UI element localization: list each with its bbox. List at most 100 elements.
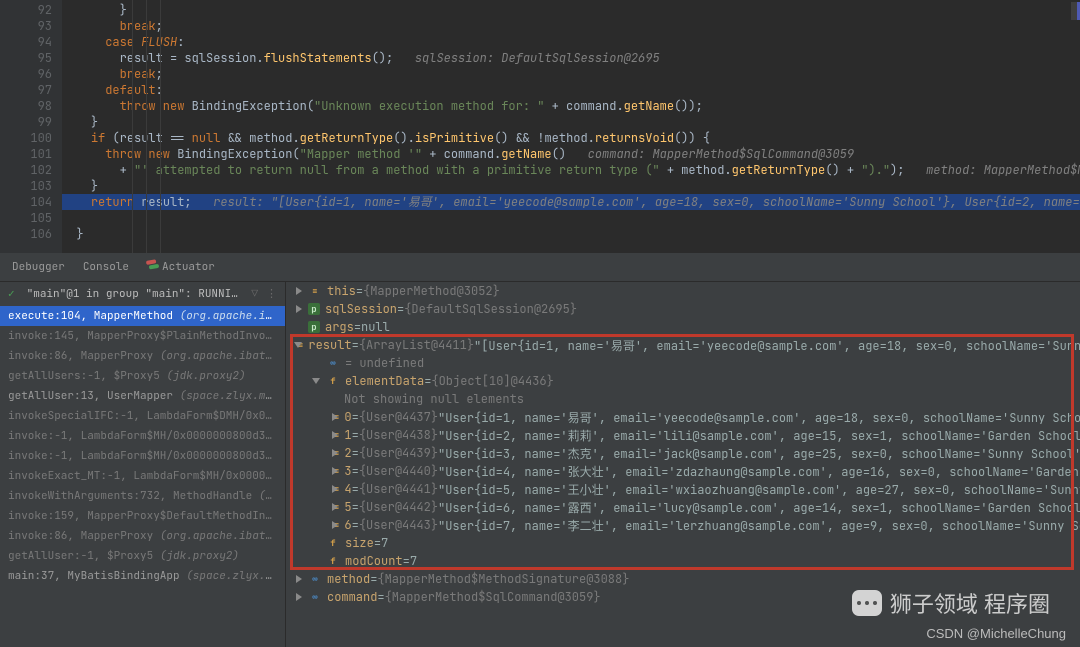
variable-row[interactable]: ∞= undefined [286, 354, 1080, 372]
tab-actuator-label: Actuator [162, 260, 215, 274]
tab-actuator[interactable]: Actuator [147, 260, 215, 274]
indent-guide [132, 0, 133, 253]
variable-row[interactable]: felementData = {Object[10]@4436} [286, 372, 1080, 390]
line-number: 100 [0, 130, 52, 146]
line-number: 105 [0, 210, 52, 226]
variable-row[interactable]: ≡this = {MapperMethod@3052} [286, 282, 1080, 300]
line-number: 95 [0, 50, 52, 66]
field-icon: f [326, 536, 340, 550]
field-icon: f [326, 554, 340, 568]
expand-icon[interactable] [312, 376, 322, 386]
infinity-icon: ∞ [308, 572, 322, 586]
variable-row[interactable]: pargs = null [286, 318, 1080, 336]
variable-row[interactable]: ≡0 = {User@4437} "User{id=1, name='易哥', … [286, 408, 1080, 426]
stack-frame[interactable]: getAllUsers:-1, $Proxy5 (jdk.proxy2) [0, 366, 285, 386]
expand-icon[interactable] [294, 592, 304, 602]
stack-frame[interactable]: invoke:86, MapperProxy (org.apache.ibati… [0, 346, 285, 366]
minimap-marker [1071, 2, 1080, 20]
frames-pane: ✓ "main"@1 in group "main": RUNNING ▽ ⋮ … [0, 282, 286, 647]
line-number: 106 [0, 226, 52, 242]
tab-debugger[interactable]: Debugger [12, 260, 65, 274]
variable-row[interactable]: ≡result = {ArrayList@4411} "[User{id=1, … [286, 336, 1080, 354]
line-number: 92 [0, 2, 52, 18]
stack-frame[interactable]: getAllUser:13, UserMapper (space.zlyx.my… [0, 386, 285, 406]
code-line[interactable]: throw new BindingException("Unknown exec… [62, 98, 703, 114]
frames-header: ✓ "main"@1 in group "main": RUNNING ▽ ⋮ [0, 282, 285, 306]
variable-row[interactable]: ≡2 = {User@4439} "User{id=3, name='杰克', … [286, 444, 1080, 462]
frames-list[interactable]: execute:104, MapperMethod (org.apache.ib… [0, 306, 285, 647]
expand-icon[interactable] [294, 574, 304, 584]
debugger-tabs: Debugger Console Actuator [0, 253, 1080, 282]
line-number: 97 [0, 82, 52, 98]
expand-icon[interactable] [312, 556, 322, 566]
expand-icon[interactable] [330, 394, 340, 404]
code-line[interactable]: break; [62, 18, 163, 34]
code-line[interactable]: } [62, 226, 84, 242]
line-number: 103 [0, 178, 52, 194]
expand-icon[interactable] [312, 538, 322, 548]
field-icon: f [326, 374, 340, 388]
line-number: 104 [0, 194, 52, 210]
stack-frame[interactable]: main:37, MyBatisBindingApp (space.zlyx.m… [0, 566, 285, 586]
code-line[interactable]: default: [62, 82, 163, 98]
variable-row[interactable]: psqlSession = {DefaultSqlSession@2695} [286, 300, 1080, 318]
line-number: 99 [0, 114, 52, 130]
line-number: 96 [0, 66, 52, 82]
variable-row[interactable]: ≡5 = {User@4442} "User{id=6, name='露西', … [286, 498, 1080, 516]
stack-frame[interactable]: execute:104, MapperMethod (org.apache.ib… [0, 306, 285, 326]
code-line[interactable]: + "' attempted to return null from a met… [62, 162, 1080, 178]
check-icon: ✓ [8, 287, 15, 301]
stack-frame[interactable]: invokeExact_MT:-1, LambdaForm$MH/0x00000… [0, 466, 285, 486]
infinity-icon: ∞ [326, 356, 340, 370]
watermark: 狮子领域 程序圈 [852, 587, 1050, 619]
stack-frame[interactable]: invoke:145, MapperProxy$PlainMethodInvok… [0, 326, 285, 346]
line-number: 102 [0, 162, 52, 178]
variable-row[interactable]: Not showing null elements [286, 390, 1080, 408]
line-number: 98 [0, 98, 52, 114]
code-line[interactable]: result = sqlSession.flushStatements(); s… [62, 50, 660, 66]
variable-row[interactable]: ≡4 = {User@4441} "User{id=5, name='王小壮',… [286, 480, 1080, 498]
expand-icon[interactable] [294, 304, 304, 314]
code-line[interactable] [62, 242, 76, 253]
variable-row[interactable]: fmodCount = 7 [286, 552, 1080, 570]
stack-frame[interactable]: invoke:-1, LambdaForm$MH/0x0000000800d31… [0, 446, 285, 466]
param-icon: p [308, 303, 320, 315]
variable-row[interactable]: fsize = 7 [286, 534, 1080, 552]
more-icon[interactable]: ⋮ [266, 287, 277, 301]
stack-frame[interactable]: getAllUser:-1, $Proxy5 (jdk.proxy2) [0, 546, 285, 566]
filter-icon[interactable]: ▽ [251, 287, 258, 301]
variable-row[interactable]: ≡3 = {User@4440} "User{id=4, name='张大壮',… [286, 462, 1080, 480]
stack-frame[interactable]: invoke:86, MapperProxy (org.apache.ibati… [0, 526, 285, 546]
code-editor[interactable]: 9293949596979899100101102103104105106 } … [0, 0, 1080, 253]
wechat-icon [852, 590, 882, 616]
variable-row[interactable]: ≡1 = {User@4438} "User{id=2, name='莉莉', … [286, 426, 1080, 444]
expand-icon[interactable] [294, 286, 304, 296]
credit-text: CSDN @MichelleChung [926, 626, 1066, 641]
indent-guide [160, 0, 161, 253]
equals-icon: ≡ [308, 284, 322, 298]
line-number-gutter: 9293949596979899100101102103104105106 [0, 0, 62, 253]
code-line[interactable]: case FLUSH: [62, 34, 184, 50]
line-number: 94 [0, 34, 52, 50]
tab-console[interactable]: Console [83, 260, 129, 274]
expand-icon[interactable] [312, 358, 322, 368]
code-line[interactable]: } [62, 2, 127, 18]
stack-frame[interactable]: invoke:159, MapperProxy$DefaultMethodInv… [0, 506, 285, 526]
stack-frame[interactable]: invoke:-1, LambdaForm$MH/0x0000000800d30… [0, 426, 285, 446]
code-line[interactable]: } [62, 178, 98, 194]
thread-label[interactable]: "main"@1 in group "main": RUNNING [27, 287, 244, 301]
line-number: 93 [0, 18, 52, 34]
code-line[interactable]: } [62, 114, 98, 130]
param-icon: p [308, 321, 320, 333]
code-area[interactable]: } break; case FLUSH: result = sqlSession… [62, 2, 1080, 253]
line-number: 101 [0, 146, 52, 162]
variable-row[interactable]: ∞method = {MapperMethod$MethodSignature@… [286, 570, 1080, 588]
code-line[interactable]: break; [62, 66, 163, 82]
code-line[interactable]: throw new BindingException("Mapper metho… [62, 146, 854, 162]
watermark-text: 狮子领域 程序圈 [890, 587, 1050, 619]
code-line[interactable]: return result; result: "[User{id=1, name… [62, 194, 1080, 210]
stack-frame[interactable]: invokeSpecialIFC:-1, LambdaForm$DMH/0x00… [0, 406, 285, 426]
expand-icon[interactable] [294, 322, 304, 332]
stack-frame[interactable]: invokeWithArguments:732, MethodHandle (j… [0, 486, 285, 506]
variable-row[interactable]: ≡6 = {User@4443} "User{id=7, name='李二壮',… [286, 516, 1080, 534]
